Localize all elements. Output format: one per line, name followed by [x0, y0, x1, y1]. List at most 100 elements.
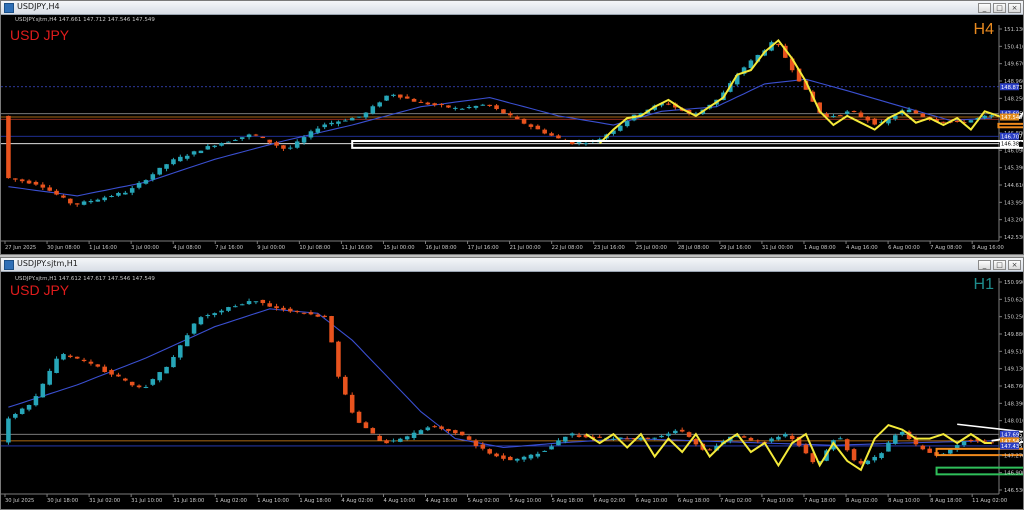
- candle: [116, 372, 121, 377]
- candle: [411, 430, 417, 441]
- candle-body: [219, 310, 224, 313]
- candle: [143, 179, 149, 185]
- candle: [666, 101, 671, 106]
- candle-body: [831, 116, 836, 118]
- candle-body: [391, 440, 396, 442]
- y-tick-label: 148.010: [1004, 419, 1023, 425]
- candle-body: [205, 146, 211, 150]
- x-tick-label: 25 Jul 00:00: [636, 245, 667, 251]
- chart-window-h4[interactable]: USDJPY,H4 _ □ × USDJPY.sjtm,H4 147.661 1…: [0, 0, 1024, 255]
- candle-body: [666, 103, 671, 105]
- candle: [349, 117, 355, 121]
- chart-window-h1[interactable]: USDJPY.sjtm,H1 _ □ × USDJPY.sjtm,H1 147.…: [0, 257, 1024, 510]
- candle-body: [88, 361, 94, 364]
- x-tick-label: 7 Aug 18:00: [804, 498, 836, 504]
- candle-body: [521, 118, 527, 124]
- candle-body: [260, 299, 266, 304]
- candle: [164, 366, 169, 374]
- candle: [569, 432, 575, 438]
- candle-body: [233, 139, 238, 141]
- candle: [679, 427, 685, 433]
- candle-body: [865, 460, 871, 465]
- y-tick-label: 148.760: [1004, 384, 1023, 390]
- candle: [391, 438, 396, 443]
- candle: [150, 378, 156, 387]
- candle: [74, 203, 80, 207]
- candle: [384, 439, 389, 444]
- candle: [129, 186, 135, 196]
- candle: [473, 438, 479, 449]
- candle-body: [157, 167, 162, 175]
- candle: [893, 433, 898, 445]
- candle: [466, 435, 472, 441]
- candle-body: [246, 301, 252, 305]
- candle-body: [267, 139, 272, 143]
- candle: [233, 304, 238, 308]
- candle-body: [528, 124, 534, 127]
- x-tick-label: 7 Jul 16:00: [215, 245, 243, 251]
- candle-body: [123, 378, 128, 381]
- candle-body: [13, 414, 18, 418]
- price-label: 147.549: [1001, 115, 1022, 121]
- candle: [171, 157, 176, 166]
- candle-body: [851, 449, 857, 461]
- candle-body: [535, 125, 541, 130]
- y-tick-label: 150.990: [1004, 280, 1023, 286]
- candle: [576, 432, 582, 438]
- candle-body: [6, 418, 11, 443]
- candle-body: [288, 147, 293, 149]
- x-tick-label: 6 Aug 02:00: [594, 498, 626, 504]
- candle: [88, 199, 94, 204]
- candle: [123, 190, 128, 195]
- candle-body: [343, 376, 348, 395]
- candle: [851, 447, 857, 462]
- zigzag-line: [598, 38, 1006, 145]
- candle-body: [611, 438, 616, 440]
- candle: [776, 435, 781, 441]
- candle: [95, 363, 101, 368]
- candle: [542, 450, 547, 452]
- candle-body: [556, 135, 561, 139]
- candle-body: [88, 200, 94, 203]
- candle: [336, 340, 341, 379]
- candle-body: [425, 427, 431, 431]
- candle: [6, 115, 11, 179]
- candle-body: [989, 115, 994, 117]
- candle-body: [418, 101, 424, 103]
- candle-body: [473, 440, 479, 447]
- candle: [851, 110, 857, 113]
- candle-body: [920, 445, 926, 450]
- candle-body: [624, 121, 630, 127]
- x-tick-label: 8 Aug 10:00: [888, 498, 920, 504]
- candle: [239, 303, 245, 306]
- price-label: 146.383: [1001, 142, 1022, 148]
- candle-body: [233, 306, 238, 308]
- candle: [432, 102, 437, 107]
- x-tick-label: 30 Jul 18:00: [47, 498, 78, 504]
- candle-body: [315, 128, 321, 133]
- h4-price-chart[interactable]: 151.130150.410149.670148.960148.250147.5…: [1, 1, 1023, 254]
- candle: [858, 110, 864, 118]
- candle-body: [501, 455, 506, 459]
- candle-body: [253, 134, 259, 136]
- candle-body: [459, 108, 465, 110]
- candle: [686, 431, 692, 438]
- candle: [927, 446, 932, 453]
- x-tick-label: 7 Aug 08:00: [930, 245, 962, 251]
- h1-price-chart[interactable]: 150.990 150.620 150.250 149.880 149.510 149.1…: [1, 258, 1023, 509]
- candle: [418, 99, 424, 103]
- candle-body: [624, 438, 630, 440]
- candle: [136, 181, 142, 190]
- candle-body: [377, 102, 382, 107]
- candle-body: [349, 118, 355, 121]
- candle: [26, 179, 32, 185]
- candle-body: [68, 355, 73, 358]
- candle-body: [673, 430, 678, 434]
- candle-body: [439, 426, 444, 429]
- candle: [377, 101, 382, 108]
- candle: [123, 377, 128, 382]
- candle: [865, 459, 871, 465]
- x-tick-label: 4 Aug 02:00: [341, 498, 373, 504]
- candle: [865, 115, 871, 123]
- candle-body: [246, 134, 252, 138]
